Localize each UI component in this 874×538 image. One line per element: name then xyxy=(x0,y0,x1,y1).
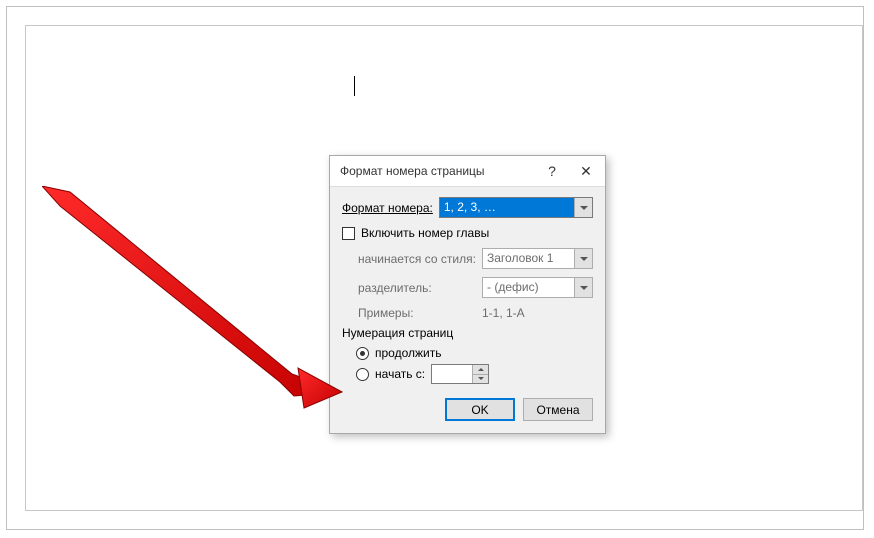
arrow-up-icon xyxy=(478,368,484,371)
help-icon: ? xyxy=(548,163,556,179)
page-number-format-dialog: Формат номера страницы ? ✕ Формат номера… xyxy=(329,155,606,434)
starts-with-style-label: начинается со стиля: xyxy=(358,252,476,266)
chevron-down-icon xyxy=(580,286,588,290)
document-background: Формат номера страницы ? ✕ Формат номера… xyxy=(25,25,863,511)
continue-label: продолжить xyxy=(375,346,441,360)
dialog-titlebar[interactable]: Формат номера страницы ? ✕ xyxy=(330,156,605,187)
cancel-button[interactable]: Отмена xyxy=(523,398,593,421)
screenshot-frame: Формат номера страницы ? ✕ Формат номера… xyxy=(6,6,864,530)
annotation-arrow xyxy=(42,186,352,416)
number-format-dropdown-button[interactable] xyxy=(574,198,592,217)
page-numbering-group-label: Нумерация страниц xyxy=(342,326,593,340)
starts-with-style-combo: Заголовок 1 xyxy=(482,248,593,269)
number-format-value: 1, 2, 3, … xyxy=(440,198,574,217)
spinner-down-button[interactable] xyxy=(473,375,488,384)
text-cursor xyxy=(354,76,355,96)
ok-button[interactable]: OK xyxy=(445,398,515,421)
start-at-value[interactable] xyxy=(432,365,472,383)
dialog-body: Формат номера: 1, 2, 3, … Включить номер… xyxy=(330,187,605,433)
spinner-up-button[interactable] xyxy=(473,365,488,375)
start-at-spinner[interactable] xyxy=(431,364,489,384)
chevron-down-icon xyxy=(580,206,588,210)
close-icon: ✕ xyxy=(580,163,592,180)
number-format-combo[interactable]: 1, 2, 3, … xyxy=(439,197,593,218)
number-format-label: Формат номера: xyxy=(342,201,433,215)
chevron-down-icon xyxy=(580,257,588,261)
include-chapter-label: Включить номер главы xyxy=(361,226,489,240)
separator-combo: - (дефис) xyxy=(482,277,593,298)
examples-label: Примеры: xyxy=(358,306,476,320)
help-button[interactable]: ? xyxy=(535,157,569,185)
continue-radio[interactable] xyxy=(356,347,369,360)
examples-value: 1-1, 1-A xyxy=(482,306,525,320)
start-at-radio[interactable] xyxy=(356,368,369,381)
close-button[interactable]: ✕ xyxy=(569,157,603,185)
starts-with-style-value: Заголовок 1 xyxy=(483,249,574,268)
separator-value: - (дефис) xyxy=(483,278,574,297)
separator-dropdown-button xyxy=(574,278,592,297)
include-chapter-checkbox[interactable] xyxy=(342,227,355,240)
dialog-title: Формат номера страницы xyxy=(340,164,535,178)
starts-with-style-dropdown-button xyxy=(574,249,592,268)
separator-label: разделитель: xyxy=(358,281,476,295)
arrow-down-icon xyxy=(478,377,484,380)
start-at-label: начать с: xyxy=(375,367,425,381)
